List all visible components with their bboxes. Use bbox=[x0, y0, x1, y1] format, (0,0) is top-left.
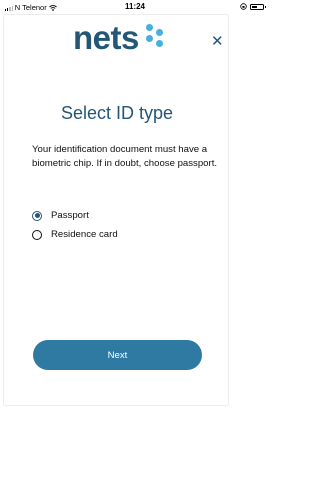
close-button[interactable]: ✕ bbox=[211, 33, 224, 50]
option-passport[interactable]: Passport bbox=[32, 206, 118, 225]
logo-dots-icon bbox=[143, 23, 165, 52]
status-right bbox=[240, 3, 266, 10]
passport-label: Passport bbox=[51, 210, 89, 221]
status-time: 11:24 bbox=[124, 2, 146, 11]
logo-text: nets bbox=[73, 19, 139, 56]
description-text: Your identification document must have a… bbox=[32, 144, 218, 169]
status-bar: N Telenor 11:24 bbox=[0, 0, 270, 14]
next-button[interactable]: Next bbox=[33, 340, 202, 370]
option-residence-card[interactable]: Residence card bbox=[32, 225, 118, 244]
residence-card-radio[interactable] bbox=[32, 229, 42, 240]
id-type-options: Passport Residence card bbox=[32, 206, 118, 244]
nets-logo: nets bbox=[73, 21, 165, 54]
battery-icon bbox=[250, 3, 266, 10]
passport-radio[interactable] bbox=[32, 210, 42, 221]
close-icon: ✕ bbox=[211, 33, 224, 50]
residence-card-label: Residence card bbox=[51, 229, 118, 240]
page-title: Select ID type bbox=[60, 103, 174, 123]
rotation-lock-icon bbox=[240, 3, 247, 10]
id-selection-card: nets ✕ Select ID type Your identificatio… bbox=[3, 14, 229, 406]
